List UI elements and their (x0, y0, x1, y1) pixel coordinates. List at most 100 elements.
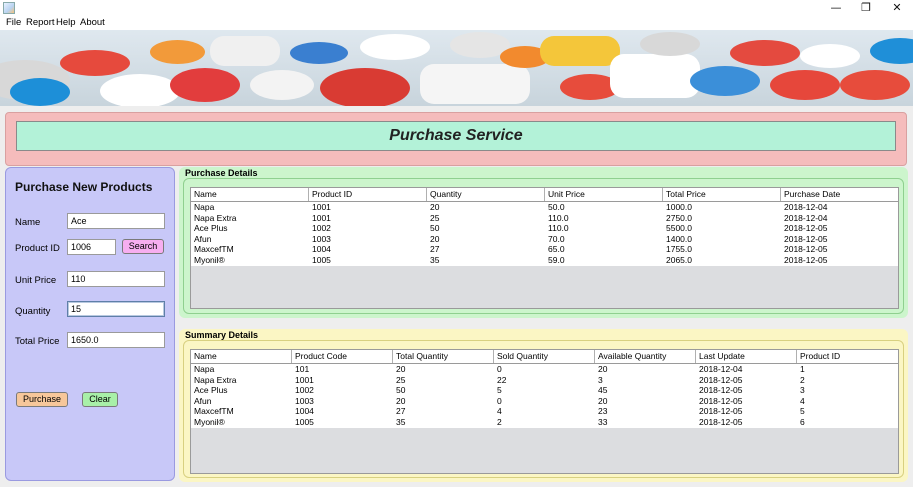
table-cell: 25 (430, 212, 440, 223)
banner-image (0, 30, 913, 106)
table-cell: Napa Extra (194, 212, 237, 223)
form-title: Purchase New Products (15, 180, 153, 194)
table-cell: 5 (497, 385, 502, 396)
table-cell: 5 (800, 406, 805, 417)
table-row[interactable]: Napa 101 20 0 20 2018-12-04 1 (191, 364, 898, 375)
table-row[interactable]: MaxcefTM 1004 27 4 23 2018-12-05 5 (191, 406, 898, 417)
table-cell: 2018-12-04 (699, 364, 743, 374)
table-row[interactable]: Ace Plus 1002 50 5 45 2018-12-05 3 (191, 385, 898, 396)
table-row[interactable]: Afun 1003 20 0 20 2018-12-05 4 (191, 396, 898, 407)
column-header[interactable]: Last Update (696, 350, 797, 363)
table-cell: 1003 (312, 233, 331, 244)
column-header[interactable]: Name (191, 188, 309, 201)
purchase-button[interactable]: Purchase (16, 392, 68, 407)
table-row[interactable]: Napa Extra 1001 25 110.0 2750.0 2018-12-04 (191, 213, 898, 224)
table-cell: 27 (396, 406, 406, 417)
summary-table-body: Napa 101 20 0 20 2018-12-04 1 Napa Extra 1001 25 2… (191, 364, 898, 428)
column-header[interactable]: Product ID (309, 188, 427, 201)
table-cell: 4 (497, 406, 502, 417)
table-cell: MaxcefTM (194, 244, 234, 255)
table-cell: 65.0 (548, 244, 565, 255)
name-label: Name (15, 217, 41, 228)
table-cell: 1005 (295, 416, 314, 427)
table-cell: 2018-12-05 (784, 244, 828, 255)
app-icon (3, 2, 15, 14)
column-header[interactable]: Name (191, 350, 292, 363)
table-cell: 1755.0 (666, 244, 692, 255)
restore-button[interactable]: ❐ (851, 0, 881, 16)
table-cell: Napa (194, 364, 215, 374)
table-cell: 22 (497, 374, 507, 385)
table-cell: 0 (497, 395, 502, 406)
menu-help[interactable]: Help (56, 17, 76, 28)
table-cell: 50.0 (548, 202, 565, 212)
table-cell: 20 (396, 395, 406, 406)
unit-price-field[interactable]: 110 (67, 271, 165, 287)
table-cell: 20 (430, 233, 440, 244)
table-cell: 33 (598, 416, 608, 427)
purchase-table-header: Name Product ID Quantity Unit Price Tota… (191, 188, 898, 202)
close-button[interactable]: ✕ (882, 0, 912, 16)
table-cell: 20 (430, 202, 440, 212)
table-cell: 2018-12-04 (784, 202, 828, 212)
table-row[interactable]: Myonil® 1005 35 2 33 2018-12-05 6 (191, 417, 898, 428)
name-field[interactable]: Ace (67, 213, 165, 229)
column-header[interactable]: Quantity (427, 188, 545, 201)
table-cell: 3 (598, 374, 603, 385)
column-header[interactable]: Available Quantity (595, 350, 696, 363)
table-cell: Ace Plus (194, 223, 228, 234)
total-price-label: Total Price (15, 336, 60, 347)
menu-file[interactable]: File (6, 17, 21, 28)
table-cell: Myonil® (194, 254, 225, 265)
table-row[interactable]: MaxcefTM 1004 27 65.0 1755.0 2018-12-05 (191, 244, 898, 255)
menu-report[interactable]: Report (26, 17, 55, 28)
title-banner: Purchase Service (16, 121, 896, 151)
table-cell: 2 (497, 416, 502, 427)
total-price-field[interactable]: 1650.0 (67, 332, 165, 348)
clear-button[interactable]: Clear (82, 392, 118, 407)
table-cell: 2750.0 (666, 212, 692, 223)
column-header[interactable]: Total Quantity (393, 350, 494, 363)
table-cell: 1000.0 (666, 202, 692, 212)
table-cell: 50 (430, 223, 440, 234)
table-cell: 1003 (295, 395, 314, 406)
table-row[interactable]: Napa 1001 20 50.0 1000.0 2018-12-04 (191, 202, 898, 213)
purchase-details-table[interactable]: Name Product ID Quantity Unit Price Tota… (190, 187, 899, 309)
table-cell: 2065.0 (666, 254, 692, 265)
search-button[interactable]: Search (122, 239, 164, 254)
unit-price-label: Unit Price (15, 275, 57, 286)
table-row[interactable]: Afun 1003 20 70.0 1400.0 2018-12-05 (191, 234, 898, 245)
table-cell: 35 (396, 416, 406, 427)
purchase-form-panel: Purchase New Products Name Ace Product I… (5, 167, 175, 481)
column-header[interactable]: Unit Price (545, 188, 663, 201)
table-cell: Napa (194, 202, 215, 212)
menu-about[interactable]: About (80, 17, 105, 28)
table-cell: 3 (800, 385, 805, 396)
column-header[interactable]: Total Price (663, 188, 781, 201)
column-header[interactable]: Product Code (292, 350, 393, 363)
summary-details-table[interactable]: Name Product Code Total Quantity Sold Qu… (190, 349, 899, 474)
minimize-button[interactable]: — (821, 0, 851, 16)
table-cell: 50 (396, 385, 406, 396)
column-header[interactable]: Purchase Date (781, 188, 898, 201)
column-header[interactable]: Sold Quantity (494, 350, 595, 363)
table-cell: 5500.0 (666, 223, 692, 234)
quantity-field[interactable]: 15 (67, 301, 165, 317)
table-cell: 27 (430, 244, 440, 255)
table-cell: 70.0 (548, 233, 565, 244)
table-cell: 2018-12-05 (699, 416, 743, 427)
table-cell: 0 (497, 364, 502, 374)
table-cell: 1400.0 (666, 233, 692, 244)
table-cell: 1001 (312, 212, 331, 223)
summary-details-panel: Summary Details Name Product Code Total … (179, 329, 908, 482)
table-row[interactable]: Myonil® 1005 35 59.0 2065.0 2018-12-05 (191, 255, 898, 266)
table-cell: 2018-12-05 (784, 233, 828, 244)
table-cell: 1001 (312, 202, 331, 212)
table-cell: 20 (598, 364, 608, 374)
table-cell: 1 (800, 364, 805, 374)
table-row[interactable]: Ace Plus 1002 50 110.0 5500.0 2018-12-05 (191, 223, 898, 234)
table-row[interactable]: Napa Extra 1001 25 22 3 2018-12-05 2 (191, 375, 898, 386)
table-cell: Afun (194, 395, 212, 406)
column-header[interactable]: Product ID (797, 350, 898, 363)
product-id-field[interactable]: 1006 (67, 239, 116, 255)
